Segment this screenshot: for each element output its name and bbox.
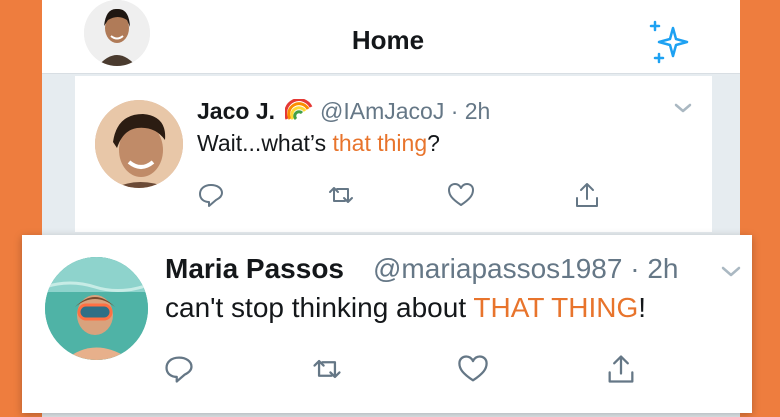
share-icon[interactable] [572,180,602,210]
profile-avatar[interactable] [84,0,150,66]
tweet-text: Wait...what’s that thing? [197,130,440,157]
tweet-text-start: can't stop thinking about [165,292,474,323]
tweet-text: can't stop thinking about THAT THING! [165,292,646,324]
author-name[interactable]: Jaco J. [197,98,275,125]
tweet-text-end: ! [638,292,647,323]
tweet-text-end: ? [427,130,440,156]
reply-icon[interactable] [196,180,226,210]
sparkle-icon[interactable] [645,18,695,66]
reply-icon[interactable] [162,352,196,386]
rainbow-icon [285,99,313,121]
avatar[interactable] [95,100,183,188]
author-name[interactable]: Maria Passos [165,253,344,285]
tweet-text-highlight: THAT THING [473,292,639,323]
page-title: Home [351,25,425,55]
like-icon[interactable] [446,180,476,210]
avatar[interactable] [45,257,148,360]
tweet-text-highlight: that thing [332,130,428,156]
tweet-text-start: Wait...what’s [197,130,333,156]
retweet-icon[interactable] [326,180,356,210]
retweet-icon[interactable] [310,352,344,386]
share-icon[interactable] [604,352,638,386]
author-handle[interactable]: @mariapassos1987 · 2h [373,253,678,285]
chevron-down-icon[interactable] [672,100,694,116]
like-icon[interactable] [456,352,490,386]
chevron-down-icon[interactable] [718,262,744,280]
author-handle[interactable]: @IAmJacoJ · 2h [320,98,490,125]
